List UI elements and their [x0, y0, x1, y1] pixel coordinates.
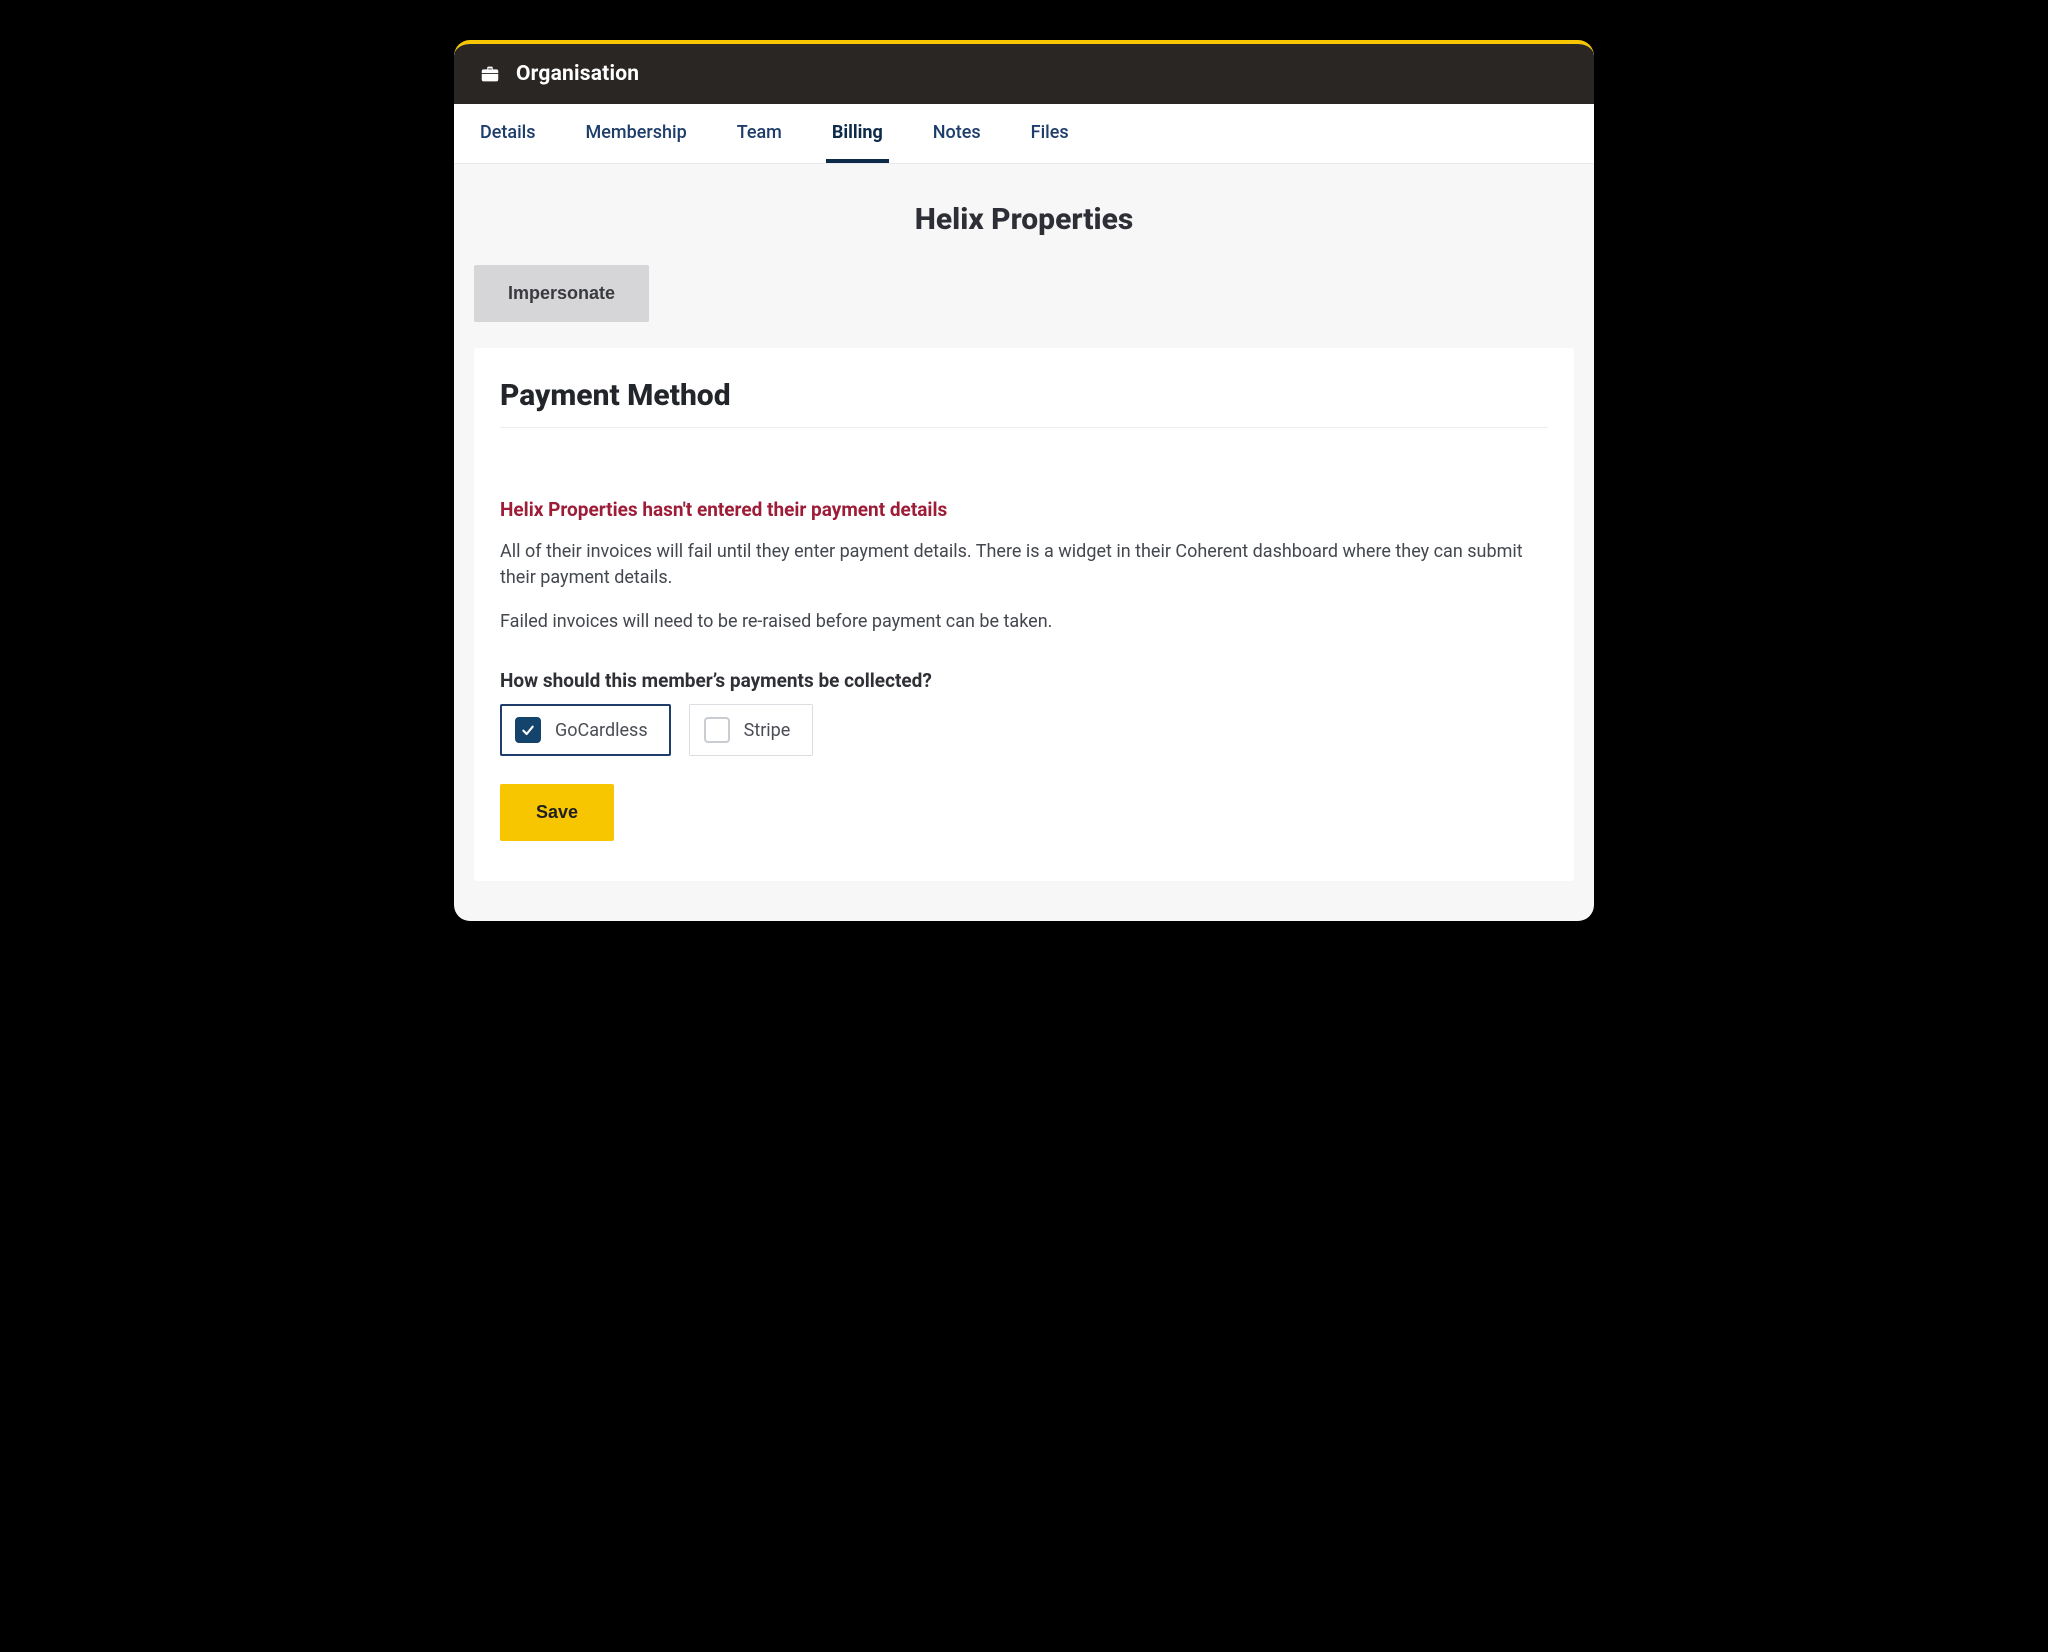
- app-window: Organisation Details Membership Team Bil…: [454, 40, 1594, 921]
- tab-details[interactable]: Details: [474, 104, 542, 163]
- checkbox-icon: [515, 717, 541, 743]
- info-text-1: All of their invoices will fail until th…: [500, 539, 1548, 591]
- tabs: Details Membership Team Billing Notes Fi…: [454, 104, 1594, 164]
- card-title: Payment Method: [500, 378, 1548, 428]
- payment-method-card: Payment Method Helix Properties hasn't e…: [474, 348, 1574, 881]
- tab-membership[interactable]: Membership: [580, 104, 693, 163]
- collection-question: How should this member’s payments be col…: [500, 669, 1548, 692]
- option-stripe[interactable]: Stripe: [689, 704, 814, 756]
- impersonate-button[interactable]: Impersonate: [474, 265, 649, 322]
- tab-files[interactable]: Files: [1025, 104, 1075, 163]
- option-label: GoCardless: [555, 720, 648, 741]
- payment-options: GoCardless Stripe: [500, 704, 1548, 756]
- checkbox-icon: [704, 717, 730, 743]
- tab-billing[interactable]: Billing: [826, 104, 889, 163]
- tab-notes[interactable]: Notes: [927, 104, 987, 163]
- save-button[interactable]: Save: [500, 784, 614, 841]
- option-gocardless[interactable]: GoCardless: [500, 704, 671, 756]
- org-name: Helix Properties: [474, 202, 1574, 237]
- info-text-2: Failed invoices will need to be re-raise…: [500, 609, 1548, 635]
- option-label: Stripe: [744, 720, 791, 741]
- briefcase-icon: [478, 62, 502, 86]
- titlebar-title: Organisation: [516, 62, 639, 86]
- page-body: Helix Properties Impersonate Payment Met…: [454, 164, 1594, 921]
- titlebar: Organisation: [454, 44, 1594, 104]
- tab-team[interactable]: Team: [731, 104, 788, 163]
- warning-text: Helix Properties hasn't entered their pa…: [500, 498, 1548, 521]
